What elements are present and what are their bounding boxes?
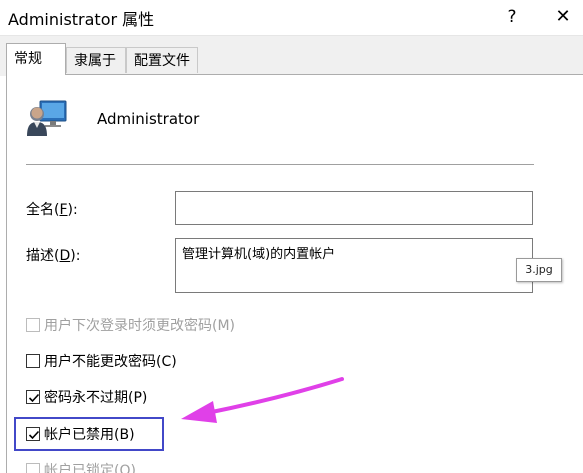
- image-filename-tag: 3.jpg: [516, 258, 562, 282]
- description-label: 描述(D):: [26, 248, 81, 264]
- checkbox-box[interactable]: [26, 318, 40, 332]
- highlight-annotation-box: [14, 417, 164, 451]
- checkbox-box[interactable]: [26, 354, 40, 368]
- tab-general[interactable]: 常规: [6, 43, 66, 75]
- tab-strip: 常规 隶属于 配置文件: [0, 36, 583, 76]
- title-bar[interactable]: Administrator 属性 ? ✕: [0, 0, 583, 36]
- checkbox-box[interactable]: [26, 463, 40, 473]
- help-button[interactable]: ?: [497, 2, 527, 32]
- description-input[interactable]: 管理计算机(域)的内置帐户: [175, 238, 533, 293]
- properties-dialog: Administrator 属性 ? ✕ 常规 隶属于 配置文件 Adminis…: [0, 0, 583, 473]
- checkmark-icon: [28, 393, 40, 403]
- tab-profile[interactable]: 配置文件: [126, 47, 198, 73]
- separator: [26, 164, 534, 165]
- fullname-input[interactable]: [175, 191, 533, 225]
- checkbox-label: 用户不能更改密码(C): [44, 354, 177, 370]
- fullname-label: 全名(F):: [26, 202, 78, 218]
- tab-member-of[interactable]: 隶属于: [66, 47, 126, 73]
- user-account-icon: [26, 98, 68, 138]
- checkbox-label: 帐户已锁定(O): [44, 463, 136, 473]
- checkbox-label: 用户下次登录时须更改密码(M): [44, 318, 236, 334]
- account-name: Administrator: [97, 110, 200, 128]
- pointer-arrow-icon: [181, 377, 344, 423]
- checkbox-label: 密码永不过期(P): [44, 390, 148, 406]
- close-button[interactable]: ✕: [547, 2, 579, 32]
- window-title: Administrator 属性: [8, 10, 155, 29]
- general-tab-panel: Administrator 全名(F): 描述(D): 管理计算机(域)的内置帐…: [6, 74, 583, 473]
- checkbox-box[interactable]: [26, 390, 40, 404]
